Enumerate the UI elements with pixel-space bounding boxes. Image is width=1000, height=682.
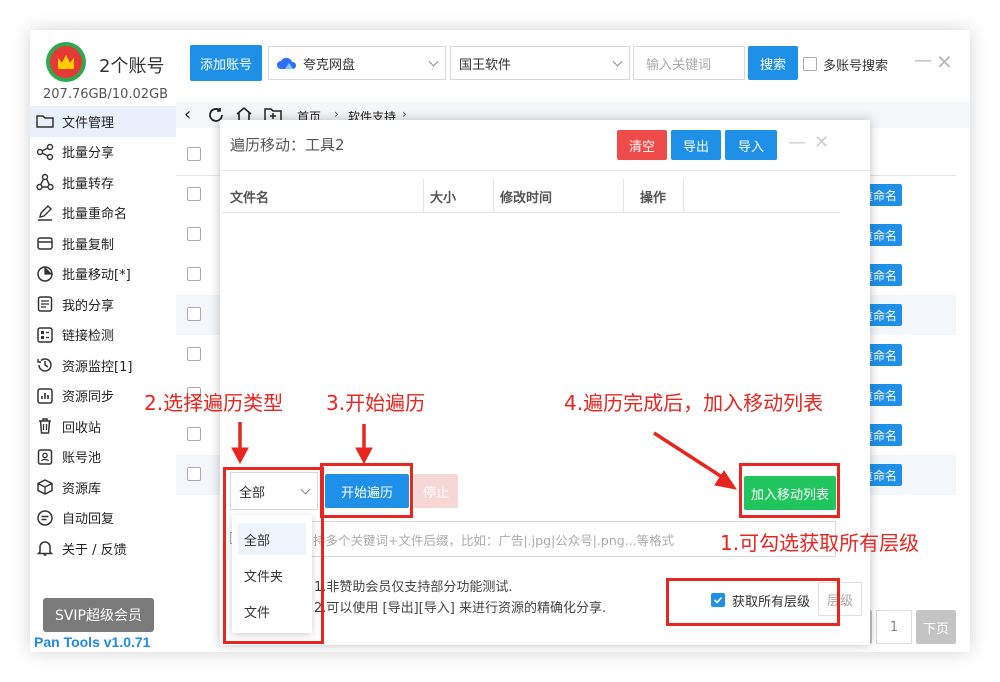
annotation-box-all-levels xyxy=(666,578,840,626)
annotation-box-add-move xyxy=(739,463,840,518)
annotation-box-start xyxy=(320,463,413,518)
annotation-box-type-select xyxy=(223,467,324,644)
annotation-arrows xyxy=(231,422,738,490)
